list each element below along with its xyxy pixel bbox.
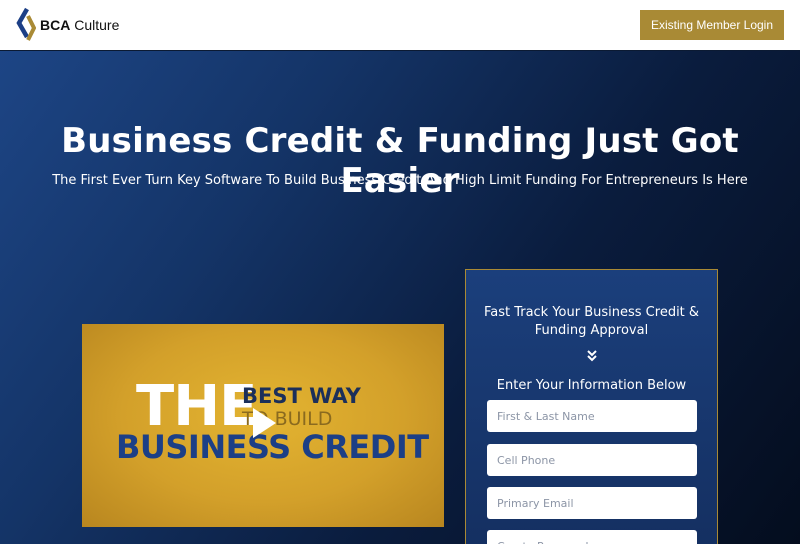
hero-section: Business Credit & Funding Just Got Easie… bbox=[0, 50, 800, 544]
video-text-best-way: BEST WAY bbox=[242, 384, 361, 408]
existing-member-login-button[interactable]: Existing Member Login bbox=[640, 10, 784, 40]
logo-chevron-icon bbox=[16, 7, 36, 41]
signup-form-panel: Fast Track Your Business Credit & Fundin… bbox=[465, 269, 718, 544]
hero-title: Business Credit & Funding Just Got Easie… bbox=[61, 121, 739, 201]
double-chevron-down-icon bbox=[587, 350, 597, 362]
form-subtitle: Enter Your Information Below bbox=[496, 378, 687, 393]
email-field[interactable] bbox=[487, 487, 697, 519]
site-header: BCA Culture Existing Member Login bbox=[0, 0, 800, 50]
play-icon[interactable] bbox=[250, 406, 278, 440]
brand-name: BCA Culture bbox=[40, 17, 120, 33]
cell-phone-field[interactable] bbox=[487, 444, 697, 476]
password-field[interactable] bbox=[487, 530, 697, 544]
video-player[interactable]: THE BEST WAY TO BUILD BUSINESS CREDIT bbox=[82, 324, 444, 527]
name-field[interactable] bbox=[487, 400, 697, 432]
form-title: Fast Track Your Business Credit & Fundin… bbox=[483, 305, 700, 338]
brand-logo[interactable]: BCA Culture bbox=[16, 6, 119, 44]
hero-subtitle: The First Ever Turn Key Software To Buil… bbox=[52, 173, 748, 188]
